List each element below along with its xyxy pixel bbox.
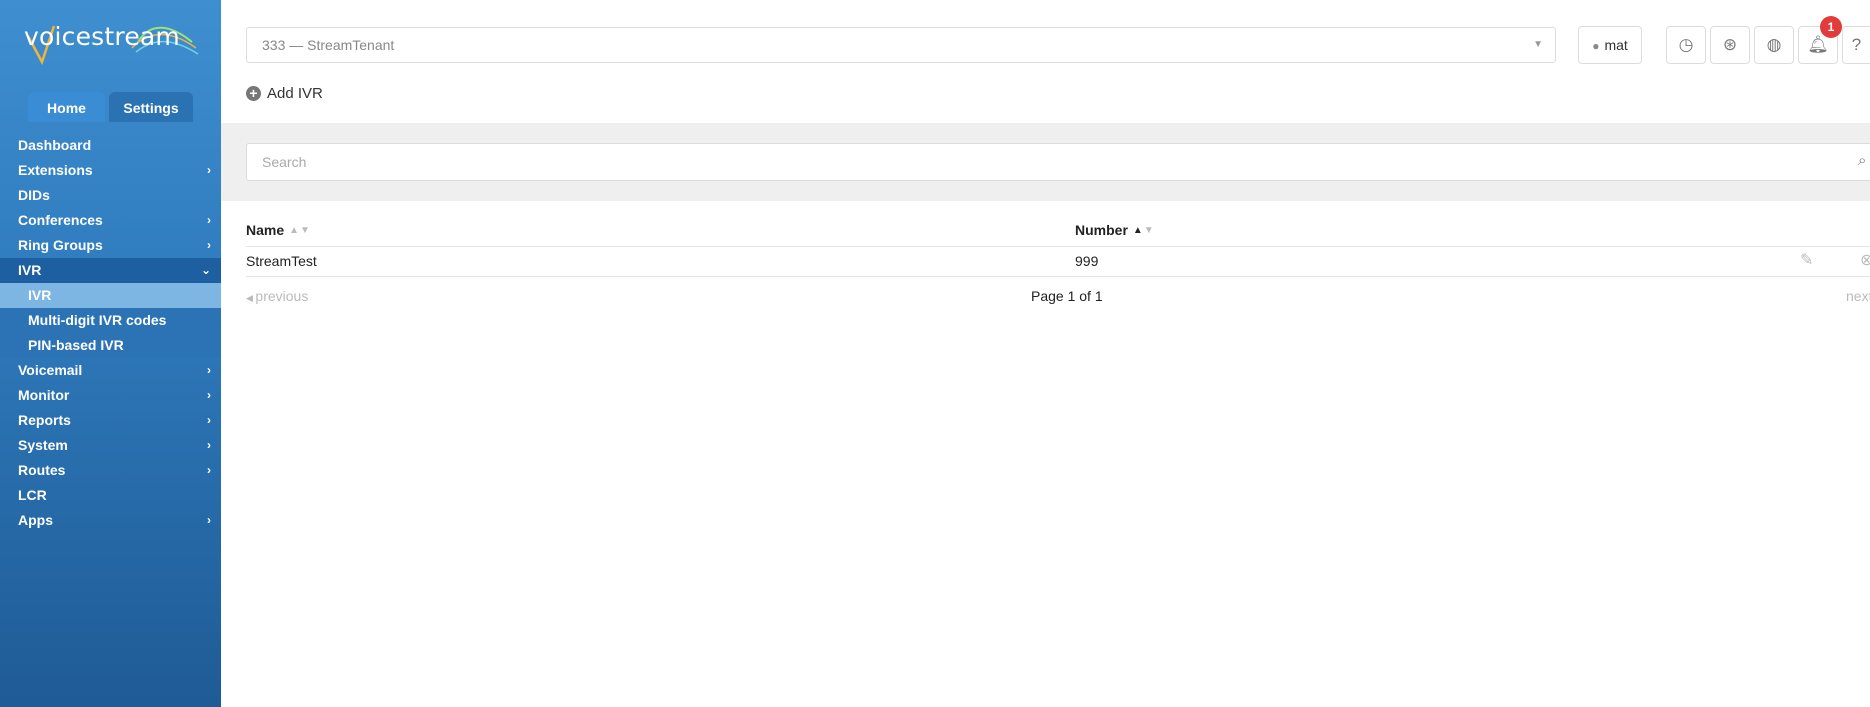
sidebar-item-label: Extensions bbox=[18, 162, 93, 178]
sidebar-subitem-ivr[interactable]: IVR bbox=[0, 283, 221, 308]
table-divider bbox=[246, 276, 1870, 277]
sidebar-item-label: DIDs bbox=[18, 187, 50, 203]
support-button[interactable]: ⊛ bbox=[1710, 26, 1750, 64]
sidebar-item-label: Reports bbox=[18, 412, 71, 428]
help-icon: ? bbox=[1851, 35, 1862, 54]
cell-number: 999 bbox=[1075, 253, 1099, 269]
sidebar-item-label: Apps bbox=[18, 512, 53, 528]
edit-icon[interactable]: ✎ bbox=[1800, 250, 1813, 270]
column-header-label: Name bbox=[246, 222, 285, 238]
pager-previous[interactable]: ◀ previous bbox=[246, 288, 308, 304]
history-button[interactable]: ◷ bbox=[1666, 26, 1706, 64]
sidebar-item-monitor[interactable]: Monitor › bbox=[0, 383, 221, 408]
notification-badge: 1 bbox=[1820, 16, 1842, 38]
tab-home[interactable]: Home bbox=[28, 92, 105, 122]
sidebar-item-label: LCR bbox=[18, 487, 47, 503]
chevron-right-icon: › bbox=[207, 388, 211, 402]
user-label: mat bbox=[1604, 37, 1628, 53]
table-divider bbox=[246, 246, 1870, 247]
sidebar-item-system[interactable]: System › bbox=[0, 433, 221, 458]
sidebar-item-ring-groups[interactable]: Ring Groups › bbox=[0, 233, 221, 258]
bell-icon: 🔔︎ bbox=[1807, 35, 1829, 54]
chevron-right-icon: › bbox=[207, 213, 211, 227]
sidebar-item-voicemail[interactable]: Voicemail › bbox=[0, 358, 221, 383]
tenant-select[interactable]: 333 — StreamTenant ▼ bbox=[246, 27, 1556, 63]
sidebar-item-label: Conferences bbox=[18, 212, 103, 228]
add-ivr-button[interactable]: + Add IVR bbox=[246, 83, 323, 103]
pager-previous-label: previous bbox=[255, 288, 309, 304]
sort-icon[interactable]: ▲▼ bbox=[289, 225, 311, 236]
sidebar: voicestream Home Settings Dashboard Exte… bbox=[0, 0, 221, 707]
sidebar-item-label: IVR bbox=[18, 262, 42, 278]
ivr-submenu: IVR Multi-digit IVR codes PIN-based IVR bbox=[0, 283, 221, 358]
chevron-right-icon: › bbox=[207, 413, 211, 427]
chevron-right-icon: › bbox=[207, 363, 211, 377]
pager-next[interactable]: next bbox=[1846, 288, 1870, 304]
sidebar-nav: Dashboard Extensions › DIDs Conferences › … bbox=[0, 133, 221, 533]
sidebar-item-label: System bbox=[18, 437, 68, 453]
clock-icon: ◷ bbox=[1678, 35, 1694, 54]
user-button[interactable]: ● mat bbox=[1578, 26, 1642, 64]
chevron-right-icon: › bbox=[207, 513, 211, 527]
user-icon: ● bbox=[1592, 39, 1600, 53]
sidebar-subitem-multi-digit-ivr[interactable]: Multi-digit IVR codes bbox=[0, 308, 221, 333]
chevron-right-icon: › bbox=[207, 463, 211, 477]
sidebar-item-ivr[interactable]: IVR ⌄ bbox=[0, 258, 221, 283]
sidebar-tabs: Home Settings bbox=[28, 92, 193, 122]
sidebar-subitem-pin-ivr[interactable]: PIN-based IVR bbox=[0, 333, 221, 358]
search-input[interactable]: Search bbox=[246, 143, 1870, 181]
caret-left-icon: ◀ bbox=[246, 293, 256, 303]
sidebar-item-routes[interactable]: Routes › bbox=[0, 458, 221, 483]
column-header-label: Number bbox=[1075, 222, 1128, 238]
sidebar-item-lcr[interactable]: LCR bbox=[0, 483, 221, 508]
sidebar-item-conferences[interactable]: Conferences › bbox=[0, 208, 221, 233]
column-header-number[interactable]: Number ▲▼ bbox=[1075, 222, 1155, 238]
help-button[interactable]: ? bbox=[1842, 26, 1870, 64]
sidebar-item-extensions[interactable]: Extensions › bbox=[0, 158, 221, 183]
add-ivr-label: Add IVR bbox=[267, 84, 323, 102]
pager-status: Page 1 of 1 bbox=[1031, 288, 1103, 304]
chevron-right-icon: › bbox=[207, 238, 211, 252]
sidebar-item-label: Voicemail bbox=[18, 362, 83, 378]
sidebar-item-apps[interactable]: Apps › bbox=[0, 508, 221, 533]
sidebar-item-label: Monitor bbox=[18, 387, 70, 403]
logo-text: voicestream bbox=[24, 22, 180, 51]
chevron-right-icon: › bbox=[207, 438, 211, 452]
sidebar-item-reports[interactable]: Reports › bbox=[0, 408, 221, 433]
tab-settings[interactable]: Settings bbox=[109, 92, 193, 122]
tenant-select-value: 333 — StreamTenant bbox=[262, 37, 395, 53]
sidebar-item-dids[interactable]: DIDs bbox=[0, 183, 221, 208]
search-icon[interactable]: ⌕ bbox=[1858, 152, 1866, 169]
sidebar-item-dashboard[interactable]: Dashboard bbox=[0, 133, 221, 158]
sidebar-item-label: Dashboard bbox=[18, 137, 92, 153]
sort-icon[interactable]: ▲▼ bbox=[1133, 225, 1155, 236]
plus-circle-icon: + bbox=[246, 85, 261, 101]
language-button[interactable]: ◍ bbox=[1754, 26, 1794, 64]
cell-name[interactable]: StreamTest bbox=[246, 253, 317, 269]
delete-icon[interactable]: ⊗ bbox=[1860, 250, 1870, 270]
column-header-name[interactable]: Name ▲▼ bbox=[246, 222, 311, 238]
globe-icon: ◍ bbox=[1766, 35, 1782, 54]
sidebar-item-label: Routes bbox=[18, 462, 66, 478]
chevron-down-icon: ⌄ bbox=[200, 263, 211, 277]
chevron-right-icon: › bbox=[207, 163, 211, 177]
sidebar-item-label: Ring Groups bbox=[18, 237, 103, 253]
lifebuoy-icon: ⊛ bbox=[1722, 35, 1738, 54]
caret-down-icon: ▼ bbox=[1533, 39, 1543, 50]
